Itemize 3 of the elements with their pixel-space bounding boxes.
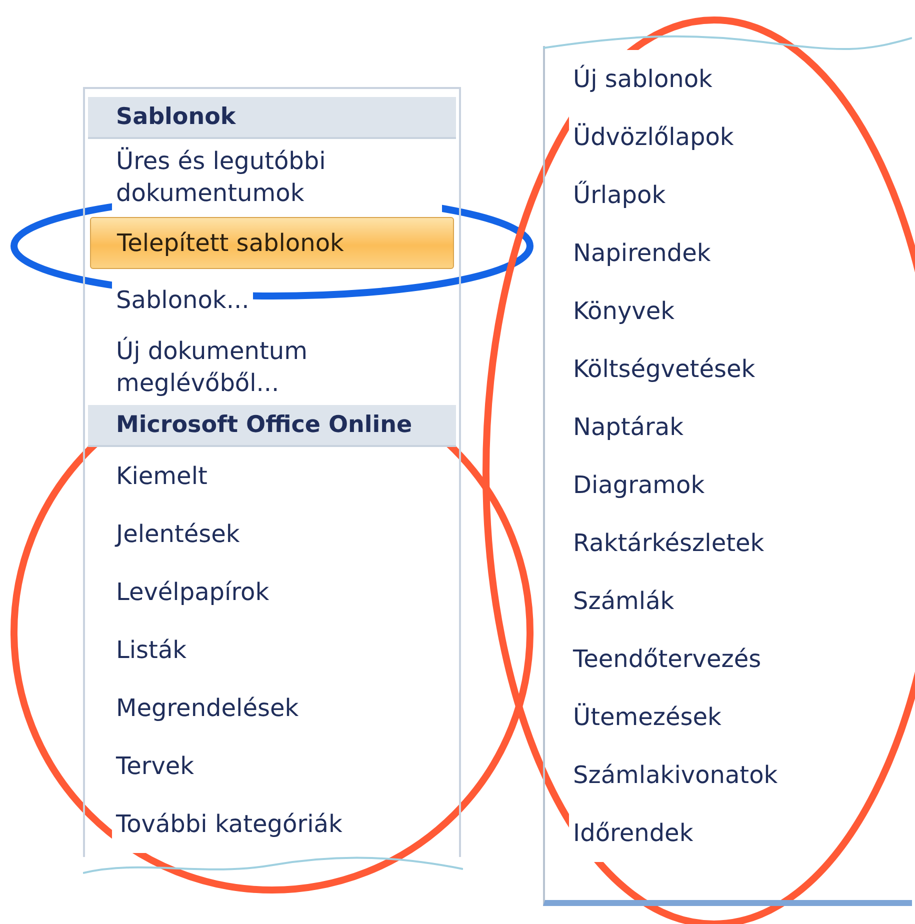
section-header: Sablonok <box>88 97 456 139</box>
category-item[interactable]: Telepített sablonok <box>90 217 454 269</box>
section-header: Microsoft Office Online <box>88 405 456 447</box>
